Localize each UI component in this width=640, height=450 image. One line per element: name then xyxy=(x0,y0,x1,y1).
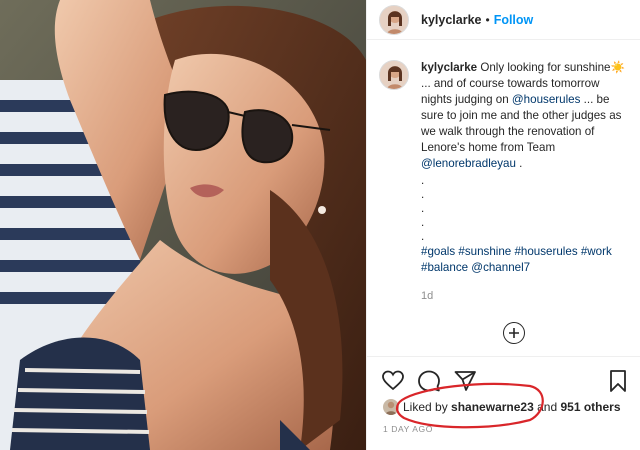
actions-bar: Liked by shanewarne23 and 951 others 1 D… xyxy=(367,356,640,450)
mention-lenorebradleyau[interactable]: @lenorebradleyau xyxy=(421,157,516,170)
post-photo[interactable] xyxy=(0,0,366,450)
dot-line: . xyxy=(421,202,425,215)
dot-line: . xyxy=(421,188,425,201)
action-icons xyxy=(381,369,477,398)
post-timestamp: 1 DAY AGO xyxy=(383,424,433,434)
caption-age: 1d xyxy=(421,290,434,302)
caption-dots: . . . . . xyxy=(421,174,631,244)
share-icon xyxy=(454,371,476,391)
heart-icon xyxy=(382,370,404,391)
photo-illustration xyxy=(0,0,366,450)
caption-text-4: . xyxy=(519,157,523,170)
liker-username[interactable]: shanewarne23 xyxy=(451,400,534,414)
header-separator: • xyxy=(485,12,490,27)
save-button[interactable] xyxy=(607,369,629,398)
like-button[interactable] xyxy=(381,369,405,398)
caption-avatar[interactable] xyxy=(379,60,409,90)
liked-by-text: Liked by xyxy=(403,400,448,414)
caption-username[interactable]: kylyclarke xyxy=(421,61,477,74)
caption-comment: kylyclarke Only looking for sunshine☀️ .… xyxy=(379,60,639,304)
dot-line: . xyxy=(421,230,425,243)
sun-emoji: ☀️ xyxy=(610,61,625,74)
comment-icon xyxy=(418,370,440,392)
dot-line: . xyxy=(421,174,425,187)
post-sidebar: kylyclarke • Follow kylyclarke Only look… xyxy=(366,0,640,450)
caption-tags: #goals #sunshine #houserules #work #bala… xyxy=(421,244,631,276)
plus-circle-icon xyxy=(509,328,519,338)
author-username[interactable]: kylyclarke xyxy=(421,13,481,27)
liker-avatar[interactable] xyxy=(383,399,399,415)
likes-and-text: and xyxy=(537,400,558,414)
instagram-post: kylyclarke • Follow kylyclarke Only look… xyxy=(0,0,640,450)
caption-text-1: Only looking for sunshine xyxy=(480,61,611,74)
mention-houserules[interactable]: @houserules xyxy=(512,93,581,106)
author-avatar[interactable] xyxy=(379,4,409,35)
comment-button[interactable] xyxy=(417,369,441,398)
likes-summary: Liked by shanewarne23 and 951 others xyxy=(383,399,621,415)
share-button[interactable] xyxy=(453,369,477,398)
caption: kylyclarke Only looking for sunshine☀️ .… xyxy=(421,60,631,304)
post-header: kylyclarke • Follow xyxy=(367,0,640,40)
dot-line: . xyxy=(421,216,425,229)
bookmark-icon xyxy=(610,370,626,392)
load-more-comments-button[interactable] xyxy=(503,322,525,344)
likes-others-count[interactable]: 951 others xyxy=(560,400,620,414)
follow-button[interactable]: Follow xyxy=(494,13,534,27)
mention-channel7[interactable]: @channel7 xyxy=(471,261,530,274)
